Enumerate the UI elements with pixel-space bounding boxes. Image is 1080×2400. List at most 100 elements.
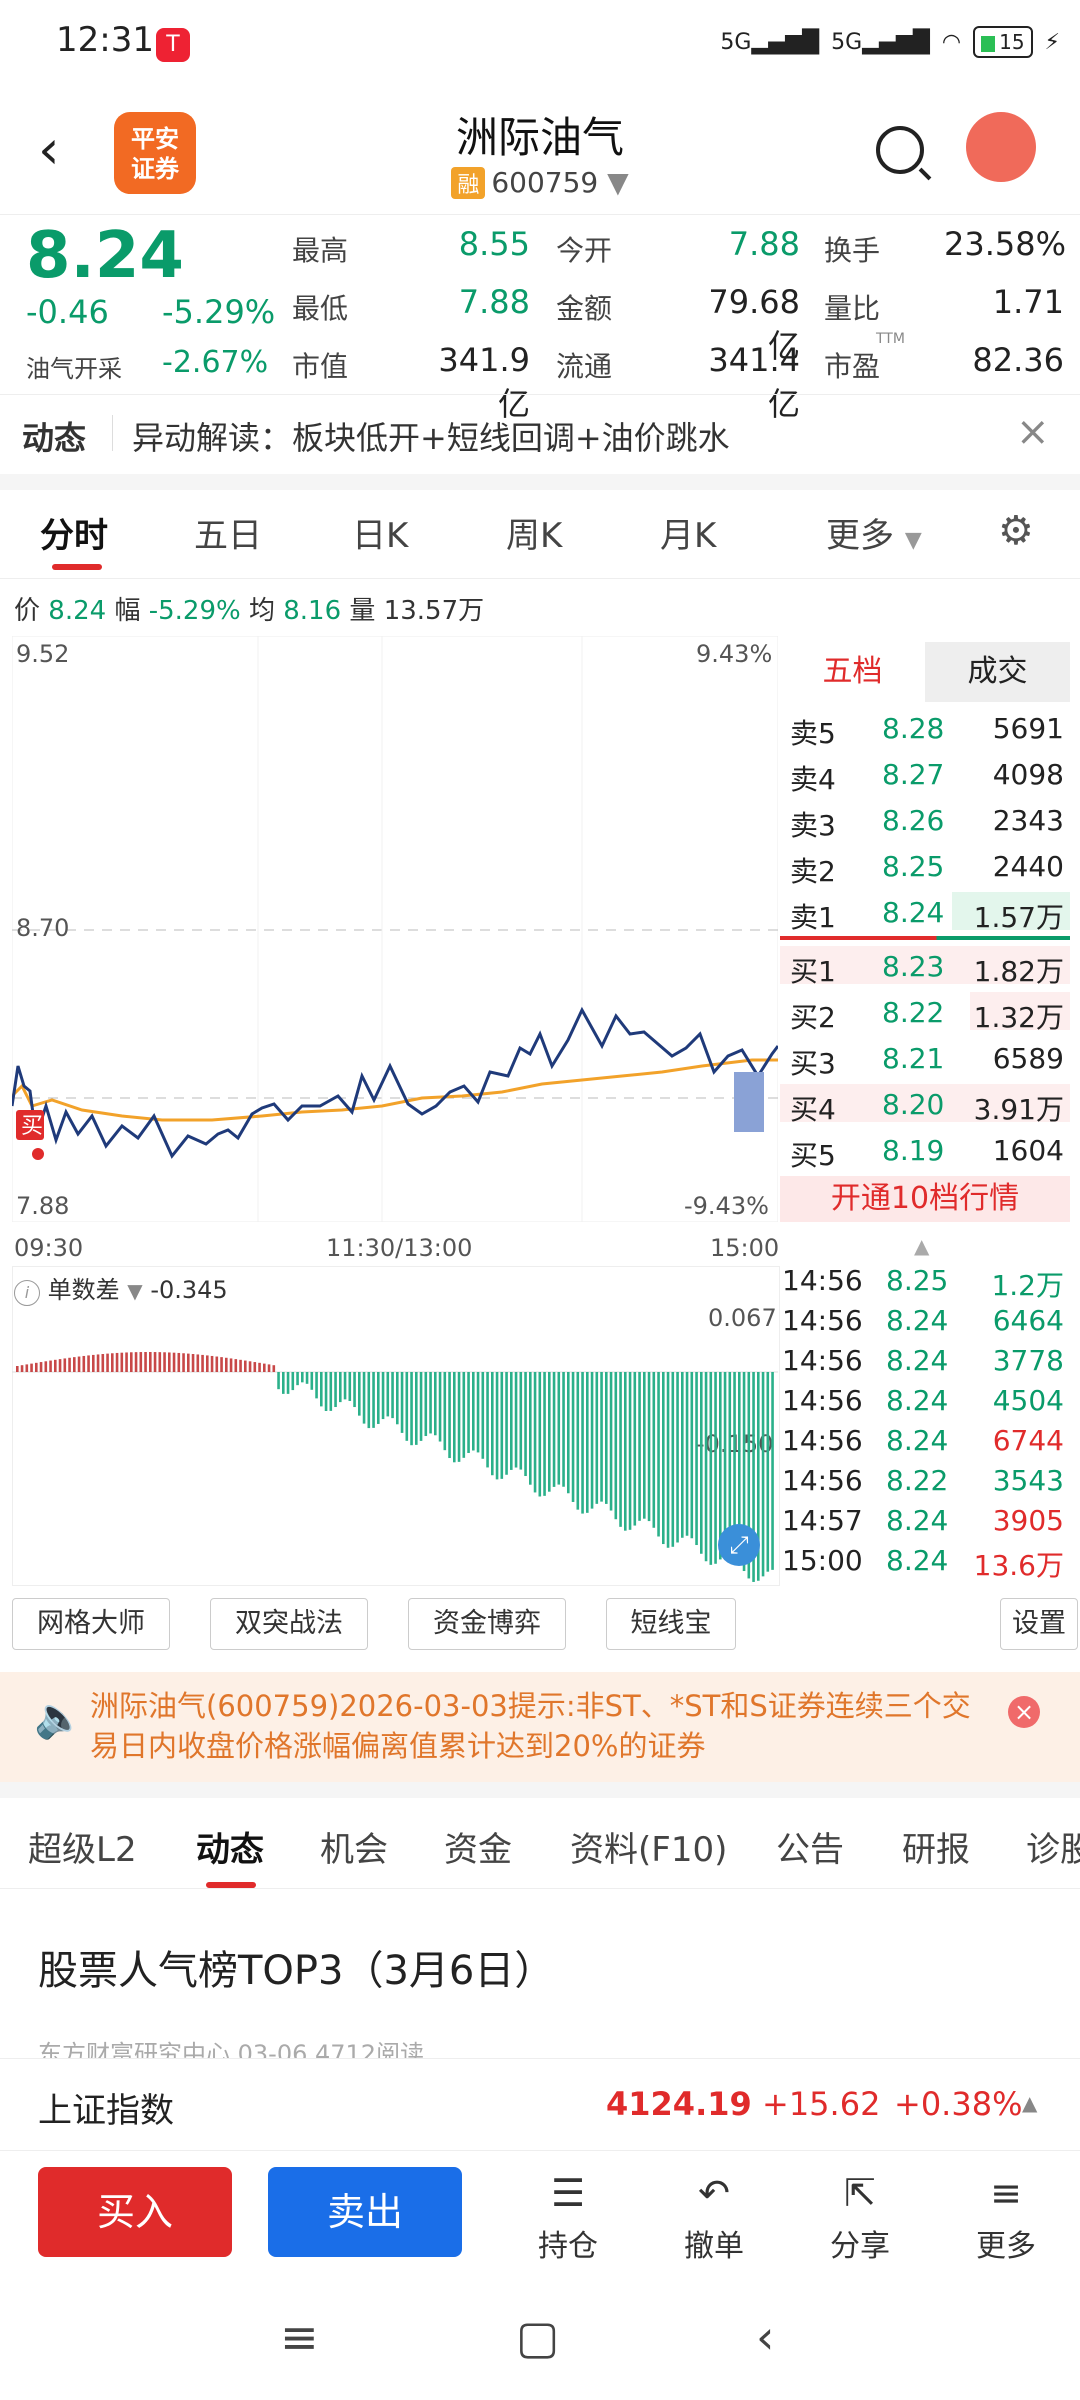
indicator-bar [196, 1354, 200, 1372]
indicator-bar [377, 1372, 380, 1424]
gear-icon[interactable]: ⚙ [998, 508, 1034, 554]
indicator-bar [396, 1372, 399, 1425]
index-bar[interactable]: 上证指数 4124.19 +15.62 +0.38% ▲ [0, 2058, 1080, 2149]
search-icon[interactable] [876, 126, 924, 174]
trade-price: 8.24 [886, 1304, 949, 1337]
indicator-bar [676, 1372, 679, 1543]
tab-diagnosis[interactable]: 诊股 [1026, 1822, 1080, 1871]
trade-row: 14:56 8.24 6744 [780, 1422, 1070, 1462]
indicator-bar [643, 1372, 646, 1519]
tab-daily-k[interactable]: 日K [352, 508, 408, 557]
tab-l2[interactable]: 超级L2 [28, 1822, 137, 1871]
axis-low-price: 7.88 [16, 1192, 70, 1220]
indicator-bar [600, 1372, 603, 1502]
tab-trades[interactable]: 成交 [925, 642, 1070, 702]
bid-level: 买3 [790, 1047, 836, 1080]
indicator-bar [472, 1372, 475, 1451]
notice-banner[interactable]: 🔈 洲际油气(600759)2026-03-03提示:非ST、*ST和S证券连续… [0, 1672, 1080, 1782]
pe-label: 市盈 [824, 350, 881, 383]
sector-label[interactable]: 油气开采 [26, 349, 122, 384]
article-title[interactable]: 股票人气榜TOP3（3月6日） [38, 1938, 554, 1996]
range-handle[interactable] [734, 1072, 764, 1132]
margin-badge: 融 [451, 167, 486, 199]
tab-f10[interactable]: 资料(F10) [570, 1822, 727, 1871]
caret-up-icon[interactable]: ▲ [914, 1234, 929, 1258]
trade-time: 14:56 [782, 1344, 863, 1377]
indicator-bar [134, 1352, 138, 1372]
news-text[interactable]: 异动解读：板块低开+短线回调+油价跳水 [132, 413, 730, 459]
sell-button[interactable]: 卖出 [268, 2167, 462, 2257]
trade-price: 8.22 [886, 1464, 949, 1497]
tab-research[interactable]: 研报 [902, 1822, 970, 1871]
list-icon: ≡ [990, 2171, 1022, 2215]
orderbook-tabs: 五档 成交 [780, 642, 1070, 702]
tab-more[interactable]: 更多 ▼ [826, 508, 922, 557]
open-level10-button[interactable]: 开通10档行情 [780, 1176, 1070, 1222]
index-change: +15.62 [762, 2085, 881, 2123]
indicator-bar [20, 1365, 24, 1372]
indicator-bar [348, 1372, 352, 1401]
settings-button[interactable]: 设置 [1000, 1598, 1078, 1650]
trade-time: 14:56 [782, 1424, 863, 1457]
indicator-bar [106, 1353, 109, 1372]
tab-announcement[interactable]: 公告 [776, 1822, 844, 1871]
indicator-bar [267, 1364, 271, 1372]
tool-double-break[interactable]: 双突战法 [210, 1598, 368, 1650]
indicator-bar [153, 1352, 157, 1372]
cancel-order-action[interactable]: ↶ 撤单 [664, 2171, 764, 2265]
tab-monthly-k[interactable]: 月K [660, 508, 716, 557]
axis-low-pct: -9.43% [684, 1192, 769, 1220]
intraday-chart[interactable]: 买 [12, 636, 778, 1222]
news-bar[interactable]: 动态 异动解读：板块低开+短线回调+油价跳水 × [0, 394, 1080, 476]
indicator-bar [638, 1372, 641, 1521]
tab-intraday[interactable]: 分时 [40, 508, 108, 557]
holdings-action[interactable]: ☰ 持仓 [518, 2171, 618, 2265]
amp-value: -5.29% [148, 596, 241, 626]
tab-weekly-k[interactable]: 周K [506, 508, 562, 557]
indicator-bar [339, 1372, 342, 1403]
indicator-bar [567, 1372, 570, 1494]
indicator-bar [704, 1372, 708, 1562]
trade-price: 8.24 [886, 1544, 949, 1577]
tool-grid-master[interactable]: 网格大师 [12, 1598, 170, 1650]
home-icon[interactable]: ▢ [516, 2310, 559, 2364]
indicator-bar [434, 1372, 437, 1436]
close-icon[interactable]: × [1008, 1696, 1040, 1728]
tab-fund[interactable]: 资金 [444, 1822, 512, 1871]
indicator-bar [44, 1361, 48, 1372]
tool-buttons: 网格大师 双突战法 资金博弈 短线宝 设置 [0, 1598, 1080, 1658]
indicator-bar [206, 1355, 209, 1372]
indicator-bar [353, 1372, 356, 1408]
indicator-bar [39, 1362, 43, 1372]
caret-up-icon[interactable]: ▲ [1022, 2091, 1037, 2115]
sector-pct: -2.67% [162, 345, 269, 380]
indicator-bar [139, 1352, 143, 1372]
content-tabs: 超级L2 动态 机会 资金 资料(F10) 公告 研报 诊股 [0, 1798, 1080, 1889]
undo-icon: ↶ [698, 2171, 730, 2215]
tool-fund-game[interactable]: 资金博弈 [408, 1598, 566, 1650]
open-label: 今开 [556, 234, 613, 267]
menu-icon[interactable]: ≡ [280, 2310, 319, 2364]
assistant-avatar[interactable] [966, 112, 1036, 182]
indicator-bar [58, 1359, 62, 1372]
indicator-bar [571, 1372, 575, 1502]
trade-time: 14:56 [782, 1464, 863, 1497]
tab-opportunity[interactable]: 机会 [320, 1822, 388, 1871]
more-action[interactable]: ≡ 更多 [956, 2171, 1056, 2265]
stock-code-row[interactable]: 融 600759 ▼ [0, 166, 1080, 199]
indicator-bar [424, 1372, 428, 1437]
tool-short-term[interactable]: 短线宝 [606, 1598, 736, 1650]
tab-underline [206, 1882, 256, 1888]
back-nav-icon[interactable]: ‹ [756, 2310, 774, 2364]
buy-button[interactable]: 买入 [38, 2167, 232, 2257]
indicator-bar [220, 1357, 223, 1372]
indicator-bar [619, 1372, 622, 1527]
tab-news[interactable]: 动态 [196, 1822, 264, 1871]
vol-ratio-value: 1.71 [992, 283, 1064, 321]
close-icon[interactable]: × [1016, 409, 1050, 455]
expand-icon[interactable]: ⤢ [718, 1524, 760, 1566]
share-action[interactable]: ⇱ 分享 [810, 2171, 910, 2265]
tab-five-day[interactable]: 五日 [194, 508, 262, 557]
tab-five-levels[interactable]: 五档 [780, 642, 925, 702]
indicator-bar [590, 1372, 594, 1509]
